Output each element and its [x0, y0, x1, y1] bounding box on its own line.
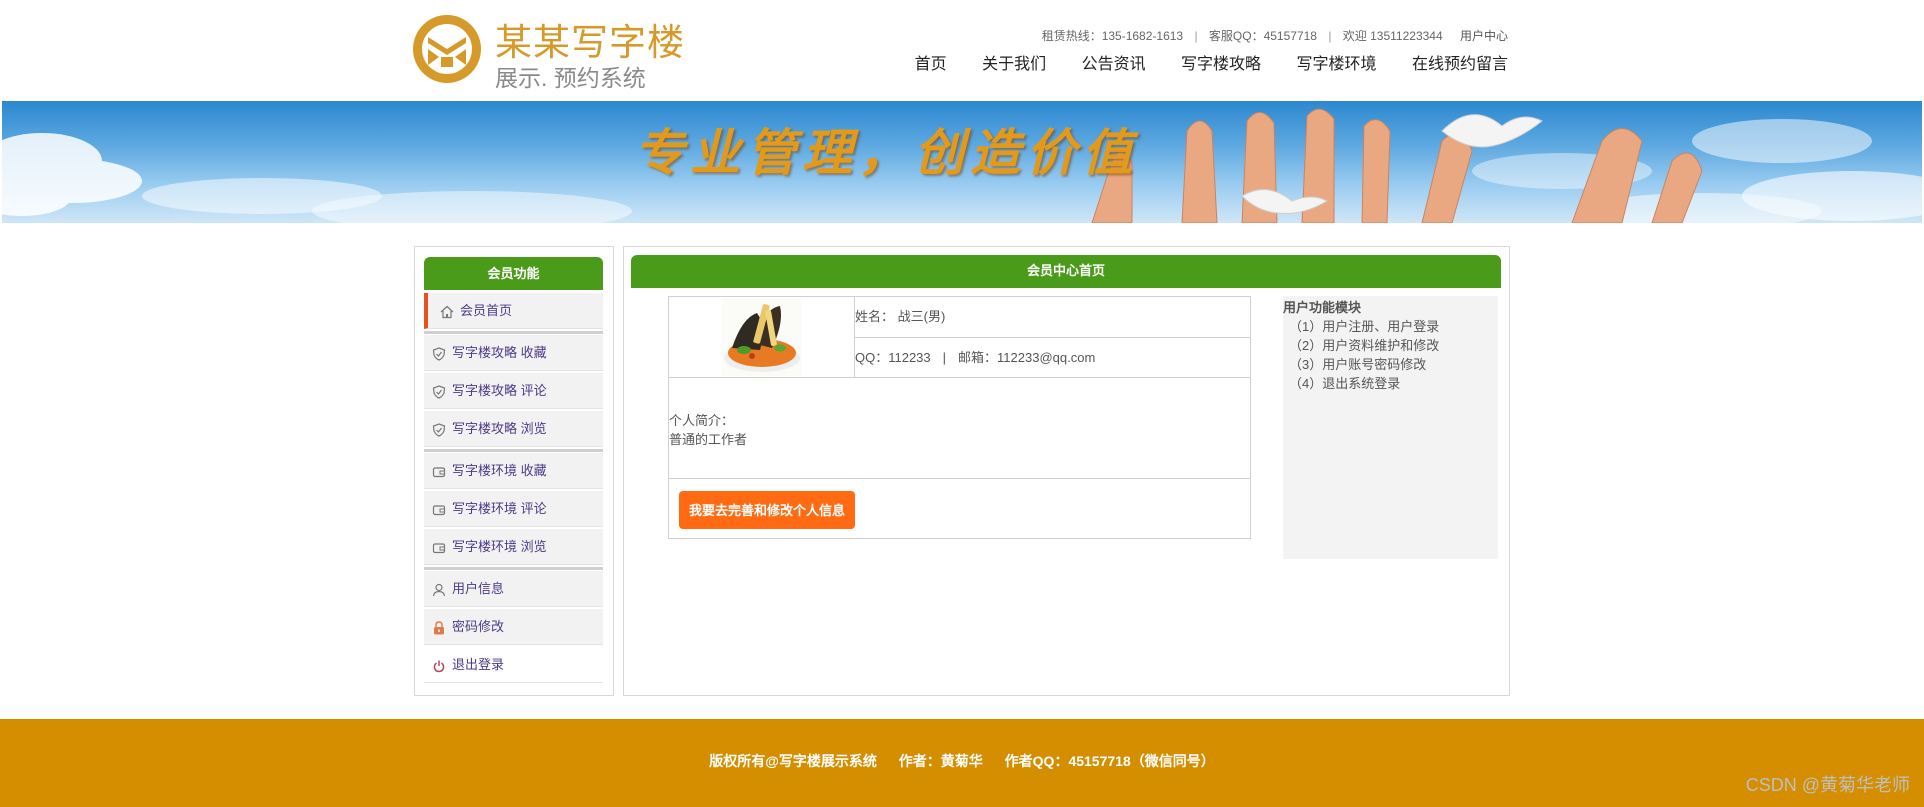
banner-slogan: 专业管理，创造价值	[634, 123, 1138, 182]
user-center-link[interactable]: 用户中心	[1460, 27, 1508, 44]
sidebar-item-user-info[interactable]: 用户信息	[424, 571, 603, 607]
site-footer: 版权所有@写字楼展示系统 作者：黄菊华 作者QQ：45157718（微信同号）	[0, 719, 1924, 807]
shield-icon	[432, 347, 446, 361]
sidebar-item-label: 写字楼攻略 评论	[452, 383, 547, 398]
intro-label: 个人简介：	[669, 413, 735, 428]
main-title: 会员中心首页	[631, 255, 1501, 288]
profile-name: 姓名： 战三(男)	[855, 297, 1250, 338]
sidebar-item-guide-favorites[interactable]: 写字楼攻略 收藏	[424, 335, 603, 371]
module-list: （1）用户注册、用户登录 （2）用户资料维护和修改 （3）用户账号密码修改 （4…	[1289, 317, 1439, 393]
sidebar-item-environment-comments[interactable]: 写字楼环境 评论	[424, 491, 603, 527]
brand-title: 某某写字楼	[495, 22, 685, 63]
food-avatar-image[interactable]	[722, 298, 802, 376]
nav-home[interactable]: 首页	[915, 54, 947, 76]
sidebar-item-label: 写字楼环境 收藏	[452, 463, 547, 478]
brand-subtitle: 展示. 预约系统	[495, 65, 646, 91]
profile-table: 姓名： 战三(男) QQ：112233 | 邮箱：112233@qq.com 个人简…	[668, 296, 1251, 539]
list-item: （4）退出系统登录	[1289, 376, 1401, 391]
sidebar-item-guide-views[interactable]: 写字楼攻略 浏览	[424, 411, 603, 447]
sidebar-item-label: 会员首页	[460, 303, 513, 318]
sidebar-item-label: 写字楼环境 评论	[452, 501, 547, 516]
sidebar-item-label: 退出登录	[452, 657, 505, 672]
shield-icon	[432, 385, 446, 399]
profile-intro: 个人简介： 普通的工作者	[669, 378, 1250, 479]
feature-module-panel: 用户功能模块 （1）用户注册、用户登录 （2）用户资料维护和修改 （3）用户账号…	[1283, 296, 1498, 559]
intro-text: 普通的工作者	[669, 432, 748, 447]
button-cell: 我要去完善和修改个人信息	[669, 479, 1250, 538]
list-item: （2）用户资料维护和修改	[1289, 338, 1440, 353]
power-icon	[433, 660, 445, 673]
hero-banner: 专业管理，创造价值	[2, 101, 1922, 223]
sidebar-item-label: 写字楼环境 浏览	[452, 539, 547, 554]
sidebar-divider	[424, 449, 603, 452]
sidebar-title: 会员功能	[424, 257, 603, 290]
profile-contact: QQ：112233 | 邮箱：112233@qq.com	[855, 338, 1250, 378]
service-qq-text: 客服QQ：45157718	[1208, 29, 1317, 43]
profile-qq: QQ：112233	[855, 350, 931, 365]
separator: |	[942, 350, 947, 365]
brand-logo-icon	[413, 15, 481, 83]
footer-text: 版权所有@写字楼展示系统 作者：黄菊华 作者QQ：45157718（微信同号）	[0, 751, 1924, 771]
wallet-icon	[432, 467, 446, 478]
csdn-watermark: CSDN @黄菊华老师	[1745, 775, 1910, 795]
sidebar-item-logout[interactable]: 退出登录	[424, 647, 603, 683]
sidebar-item-guide-comments[interactable]: 写字楼攻略 评论	[424, 373, 603, 409]
wallet-icon	[432, 543, 446, 554]
lock-icon	[434, 621, 444, 635]
site-logo[interactable]: 某某写字楼 展示. 预约系统	[411, 13, 701, 91]
separator: |	[1328, 29, 1332, 43]
sidebar-item-label: 密码修改	[452, 619, 505, 634]
footer-copyright: 版权所有@写字楼展示系统	[709, 753, 877, 769]
sidebar-item-environment-views[interactable]: 写字楼环境 浏览	[424, 529, 603, 565]
footer-author-qq: 作者QQ：45157718（微信同号）	[1004, 753, 1215, 769]
nav-guides[interactable]: 写字楼攻略	[1181, 54, 1261, 76]
nav-about[interactable]: 关于我们	[982, 54, 1046, 76]
top-info-bar: 租赁热线：135-1682-1613 | 客服QQ：45157718 | 欢迎 …	[1042, 27, 1508, 44]
profile-email: 邮箱：112233@qq.com	[958, 350, 1096, 365]
sidebar-item-label: 写字楼攻略 收藏	[452, 345, 547, 360]
member-sidebar: 会员功能 会员首页 写字楼攻略 收藏 写字楼攻略 评论 写字楼攻略 浏览 写字楼…	[414, 246, 614, 696]
sidebar-divider	[424, 331, 603, 334]
hotline-text: 租赁热线：135-1682-1613	[1041, 29, 1184, 43]
nav-news[interactable]: 公告资讯	[1082, 54, 1146, 76]
shield-icon	[432, 423, 446, 437]
nav-environment[interactable]: 写字楼环境	[1297, 54, 1377, 76]
sidebar-divider	[424, 567, 603, 570]
footer-author: 作者：黄菊华	[898, 753, 983, 769]
main-nav: 首页 关于我们 公告资讯 写字楼攻略 写字楼环境 在线预约留言	[915, 54, 1508, 76]
member-main-panel: 会员中心首页 姓名： 战三(男) QQ：112233 | 邮箱：112233@qq.…	[623, 246, 1510, 696]
site-header: 某某写字楼 展示. 预约系统 租赁热线：135-1682-1613 | 客服QQ…	[0, 0, 1924, 101]
sidebar-item-label: 用户信息	[452, 581, 505, 596]
module-title: 用户功能模块	[1283, 300, 1362, 315]
welcome-text: 欢迎 13511223344	[1342, 29, 1443, 43]
separator: |	[1194, 29, 1198, 43]
sidebar-item-password[interactable]: 密码修改	[424, 609, 603, 645]
sidebar-item-label: 写字楼攻略 浏览	[452, 421, 547, 436]
sidebar-item-member-home[interactable]: 会员首页	[424, 293, 603, 329]
nav-reservation[interactable]: 在线预约留言	[1412, 54, 1508, 76]
wallet-icon	[432, 505, 446, 516]
edit-profile-button[interactable]: 我要去完善和修改个人信息	[679, 491, 855, 529]
sidebar-item-environment-favorites[interactable]: 写字楼环境 收藏	[424, 453, 603, 489]
home-icon	[440, 305, 454, 319]
list-item: （3）用户账号密码修改	[1289, 357, 1427, 372]
user-icon	[432, 583, 446, 597]
list-item: （1）用户注册、用户登录	[1289, 319, 1440, 334]
avatar-cell	[669, 297, 855, 378]
